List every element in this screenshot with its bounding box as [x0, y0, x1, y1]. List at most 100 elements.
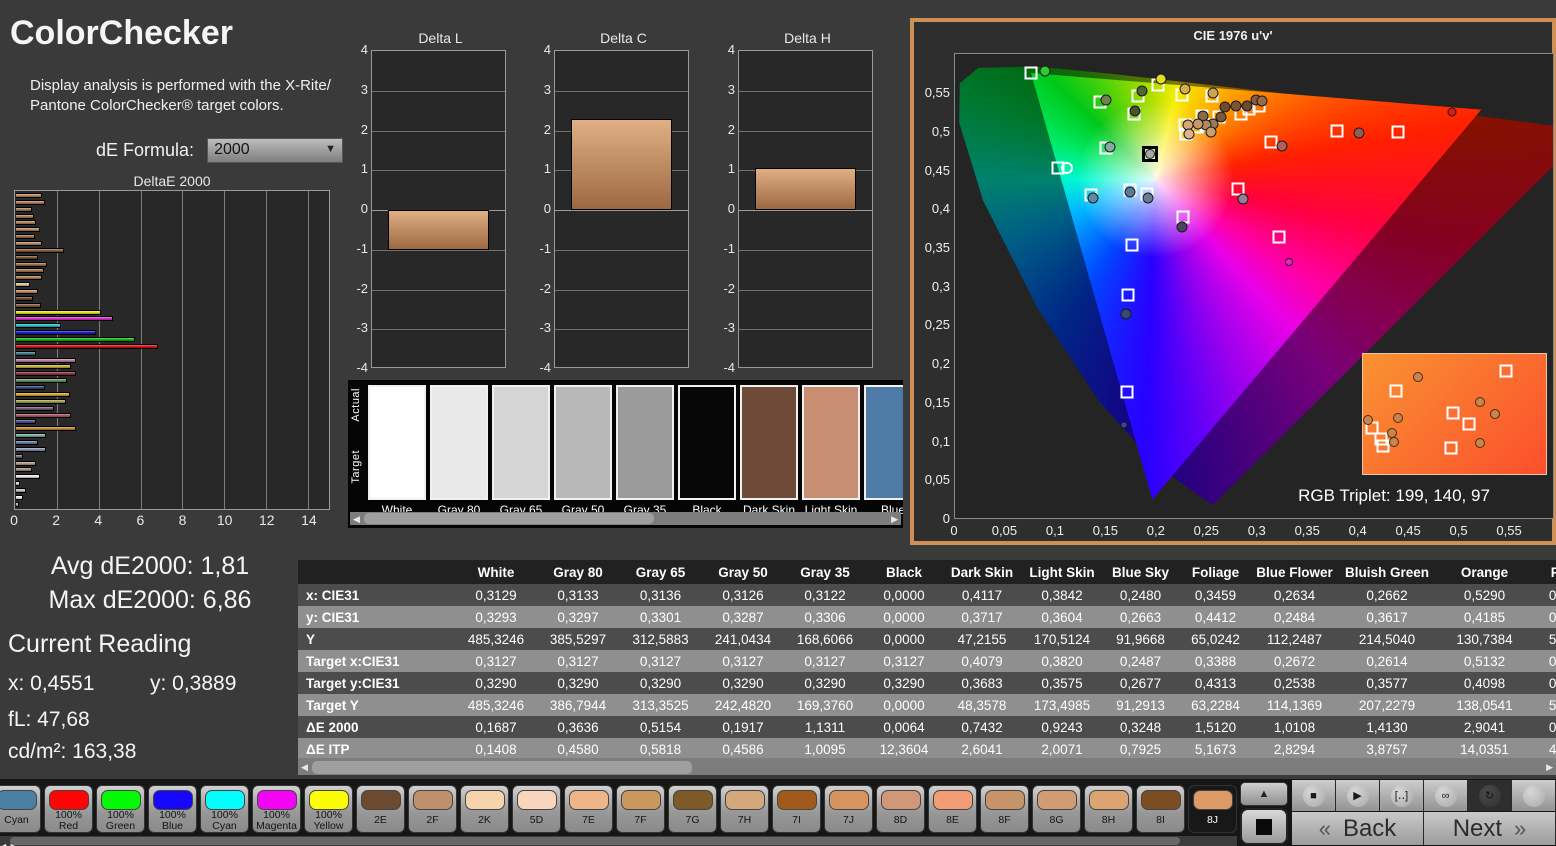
back-button[interactable]: « Back — [1292, 812, 1424, 845]
patch-button-8g[interactable]: 8G — [1032, 785, 1081, 833]
patch-button-7j[interactable]: 7J — [824, 785, 873, 833]
stop-button[interactable]: ■ — [1292, 780, 1336, 811]
target-square — [1121, 288, 1135, 302]
refresh-button[interactable]: ↻ — [1468, 780, 1512, 811]
patch-button-8e[interactable]: 8E — [928, 785, 977, 833]
range-icon: [‥] — [1390, 784, 1413, 807]
table-cell: 0,21 — [1532, 650, 1556, 672]
axis-tick-label: 0,5 — [1449, 523, 1468, 538]
table-cell: 0,3842 — [1022, 584, 1102, 606]
swatch-color — [430, 385, 488, 500]
table-cell: 485,3246 — [455, 628, 537, 650]
patch-button-2f[interactable]: 2F — [408, 785, 457, 833]
patch-button-8d[interactable]: 8D — [876, 785, 925, 833]
axis-tick-label: 1 — [360, 161, 368, 177]
patch-scrollbar[interactable]: ◀ ▶ — [0, 836, 1237, 846]
scroll-up-button[interactable]: ▲ — [1240, 782, 1288, 806]
table-cell: 0,0064 — [866, 716, 942, 738]
inset-target-square — [1389, 384, 1403, 398]
patch-button-2k[interactable]: 2K — [460, 785, 509, 833]
patch-button-7f[interactable]: 7F — [616, 785, 665, 833]
table-cell: 0,3683 — [942, 672, 1022, 694]
scrollbar-thumb[interactable] — [312, 761, 692, 774]
patch-button-7g[interactable]: 7G — [668, 785, 717, 833]
table-cell: 386,7944 — [537, 694, 619, 716]
axis-tick-label: 0,15 — [924, 394, 950, 410]
table-cell: 2,9041 — [1437, 716, 1532, 738]
patch-button-8i[interactable]: 8I — [1136, 785, 1185, 833]
range-button[interactable]: [‥] — [1380, 780, 1424, 811]
reading-fl: fL: 47,68 — [8, 708, 90, 731]
de-formula-dropdown[interactable]: 2000 ▼ — [207, 138, 344, 163]
patch-button-cyan[interactable]: Cyan — [0, 785, 41, 833]
column-header: Light Skin — [1022, 560, 1102, 584]
patch-label: 7H — [737, 814, 752, 827]
patch-button-100-blue[interactable]: 100% Blue — [148, 785, 197, 833]
table-cell: 0,3290 — [455, 672, 537, 694]
axis-tick-label: 0,45 — [1395, 523, 1421, 538]
column-header: White — [455, 560, 537, 584]
patch-button-5d[interactable]: 5D — [512, 785, 561, 833]
inset-measurement-dot — [1392, 412, 1403, 423]
patch-button-100-cyan[interactable]: 100% Cyan — [200, 785, 249, 833]
patch-color — [516, 790, 557, 810]
stop-pattern-button[interactable] — [1240, 808, 1288, 845]
deltae-bar — [16, 364, 72, 370]
loop-button[interactable]: ∞ — [1424, 780, 1468, 811]
axis-tick-label: 0,1 — [1045, 523, 1064, 538]
patch-button-2e[interactable]: 2E — [356, 785, 405, 833]
axis-tick-label: -2 — [539, 280, 551, 296]
patch-button-8f[interactable]: 8F — [980, 785, 1029, 833]
play-button[interactable]: ▶ — [1336, 780, 1380, 811]
row-label: Target Y — [298, 694, 455, 716]
table-cell: 48,3578 — [942, 694, 1022, 716]
chart-plot — [554, 50, 689, 368]
patch-button-100-red[interactable]: 100% Red — [44, 785, 93, 833]
scroll-left-icon[interactable]: ◀ — [0, 842, 6, 846]
axis-tick-label: -4 — [723, 360, 735, 375]
table-cell: 0,3136 — [619, 584, 702, 606]
next-button[interactable]: Next » — [1424, 812, 1556, 845]
axis-tick-label: 0,2 — [1146, 523, 1165, 538]
swatch-scrollbar[interactable]: ◀ ▶ — [350, 512, 901, 525]
axis-tick-label: 4 — [94, 512, 103, 528]
deltae-bar — [16, 412, 72, 418]
table-cell: 0,5818 — [619, 738, 702, 760]
scroll-left-icon[interactable]: ◀ — [301, 760, 308, 775]
patch-button-100-yellow[interactable]: 100% Yellow — [304, 785, 353, 833]
patch-button-100-green[interactable]: 100% Green — [96, 785, 145, 833]
patch-button-7h[interactable]: 7H — [720, 785, 769, 833]
scroll-right-icon[interactable]: ▶ — [891, 512, 898, 527]
deltae-bar — [16, 467, 32, 473]
table-cell: 0,1917 — [702, 716, 784, 738]
blank-button[interactable] — [1512, 780, 1556, 811]
blank-icon — [1522, 784, 1545, 807]
patch-button-7i[interactable]: 7I — [772, 785, 821, 833]
scroll-right-icon[interactable]: ▶ — [1546, 760, 1553, 775]
table-cell: 5,1673 — [1179, 738, 1252, 760]
table-cell: 0,3287 — [702, 606, 784, 628]
deltae-bar — [16, 439, 38, 445]
table-cell: 0,3127 — [784, 650, 866, 672]
table-cell: 0,4580 — [537, 738, 619, 760]
table-cell: 313,3525 — [619, 694, 702, 716]
table-row: Target Y 485,3246 386,7944 313,3525 242,4820… — [298, 694, 1556, 716]
chevron-down-icon: ▼ — [325, 143, 337, 155]
patch-button-8h[interactable]: 8H — [1084, 785, 1133, 833]
patch-button-7e[interactable]: 7E — [564, 785, 613, 833]
scrollbar-thumb[interactable] — [364, 513, 654, 524]
table-cell: 0,5290 — [1437, 584, 1532, 606]
gridline — [372, 329, 505, 331]
deltae-bar — [16, 501, 20, 507]
scroll-left-icon[interactable]: ◀ — [353, 512, 360, 527]
patch-button-100-magenta[interactable]: 100% Magenta — [252, 785, 301, 833]
swatch: Light Skin — [802, 385, 860, 517]
deltae-bar — [16, 268, 45, 274]
table-cell: 0,3127 — [702, 650, 784, 672]
patch-label: 100% Yellow — [313, 809, 344, 833]
measurement-ring — [1060, 161, 1073, 174]
patch-button-8j[interactable]: 8J — [1188, 785, 1237, 833]
table-scrollbar[interactable]: ◀ ▶ — [298, 760, 1556, 775]
deltae-bar — [16, 378, 67, 384]
table-cell: 169,3760 — [784, 694, 866, 716]
